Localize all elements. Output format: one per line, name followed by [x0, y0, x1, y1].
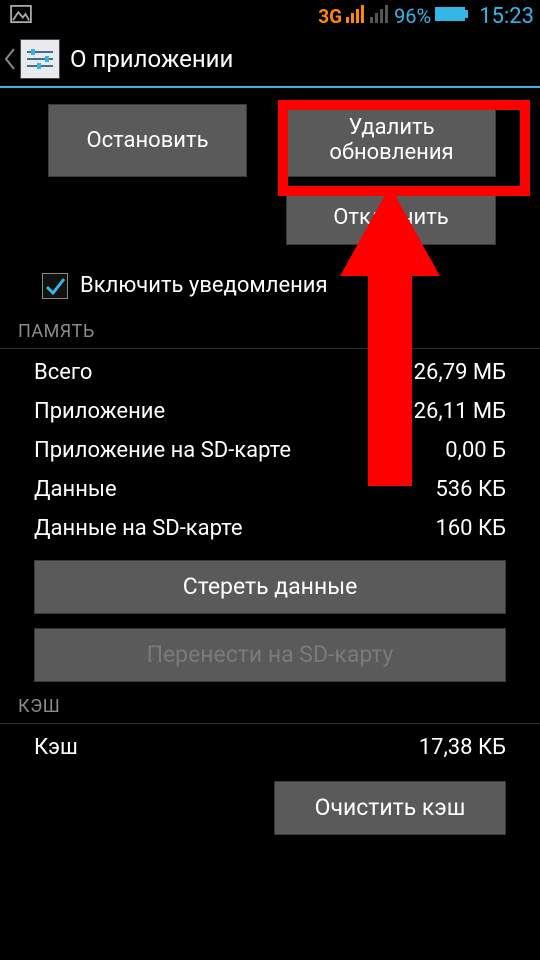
clear-data-button[interactable]: Стереть данные [34, 560, 506, 614]
storage-row: Данные536 КБ [0, 470, 540, 509]
page-title: О приложении [70, 45, 233, 73]
signal-bars-icon-2 [370, 4, 390, 28]
cache-row: Кэш17,38 КБ [0, 728, 540, 767]
settings-icon [20, 39, 60, 79]
status-right: 3G 96% 15:23 [318, 4, 534, 29]
uninstall-updates-button[interactable]: Удалить обновления [287, 104, 496, 177]
storage-row: Всего26,79 МБ [0, 353, 540, 392]
content: Остановить Удалить обновления Отключить … [0, 88, 540, 960]
notifications-label: Включить уведомления [80, 273, 328, 298]
signal-bars-icon-1 [346, 4, 366, 28]
stop-button[interactable]: Остановить [48, 104, 247, 177]
clear-cache-row: Очистить кэш [0, 775, 540, 835]
cache-section-header: КЭШ [0, 692, 540, 724]
storage-row: Приложение на SD-карте0,00 Б [0, 431, 540, 470]
storage-row: Приложение26,11 МБ [0, 392, 540, 431]
clear-cache-button[interactable]: Очистить кэш [274, 781, 506, 835]
storage-list: Всего26,79 МБ Приложение26,11 МБ Приложе… [0, 349, 540, 556]
move-to-sd-button: Перенести на SD-карту [34, 628, 506, 682]
disable-button[interactable]: Отключить [286, 191, 496, 245]
move-sd-wrap: Перенести на SD-карту [0, 624, 540, 692]
storage-section-header: ПАМЯТЬ [0, 317, 540, 349]
battery-percentage: 96% [394, 4, 431, 28]
battery-icon [435, 4, 471, 28]
clock: 15:23 [479, 4, 534, 29]
status-left [6, 4, 318, 28]
storage-row: Данные на SD-карте160 КБ [0, 509, 540, 548]
action-row-1: Остановить Удалить обновления [0, 104, 540, 177]
status-bar: 3G 96% 15:23 [0, 0, 540, 32]
action-row-2: Отключить [0, 191, 540, 245]
cache-list: Кэш17,38 КБ [0, 724, 540, 775]
picture-icon [10, 4, 32, 28]
clear-data-wrap: Стереть данные [0, 556, 540, 624]
title-bar[interactable]: О приложении [0, 32, 540, 88]
notifications-checkbox[interactable] [42, 273, 68, 299]
notifications-row[interactable]: Включить уведомления [0, 259, 540, 317]
back-chevron-icon[interactable] [0, 31, 20, 87]
network-label: 3G [318, 5, 342, 28]
